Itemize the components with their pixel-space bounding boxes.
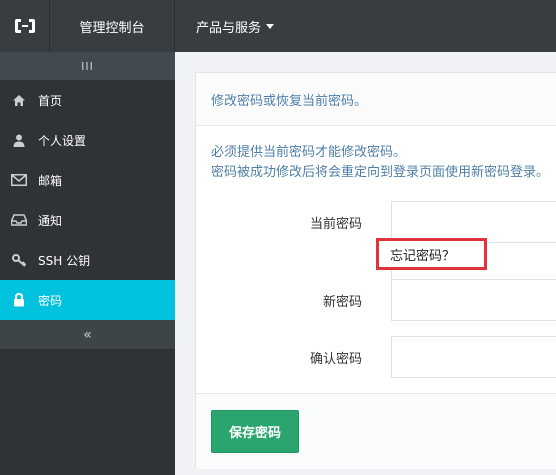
top-navbar: 管理控制台 产品与服务	[0, 0, 556, 52]
sidebar-item-notifications[interactable]: 通知	[0, 200, 175, 240]
sidebar-item-label: 通知	[38, 213, 63, 228]
sidebar-item-label: SSH 公钥	[38, 253, 91, 268]
products-services-label: 产品与服务	[196, 20, 262, 36]
new-password-input[interactable]	[391, 279, 556, 321]
key-icon	[0, 253, 38, 267]
sidebar-toggle[interactable]: III	[0, 52, 175, 80]
notice-line: 密码被成功修改后将会重定向到登录页面使用新密码登录。	[211, 165, 550, 180]
new-password-row: 新密码	[196, 279, 556, 321]
aliyun-logo[interactable]	[0, 0, 50, 52]
panel-title: 修改密码或恢复当前密码。	[196, 73, 556, 126]
password-notice: 必须提供当前密码才能修改密码。 密码被成功修改后将会重定向到登录页面使用新密码登…	[196, 126, 556, 183]
password-panel: 修改密码或恢复当前密码。 必须提供当前密码才能修改密码。 密码被成功修改后将会重…	[195, 72, 556, 469]
confirm-password-row: 确认密码	[196, 336, 556, 378]
sidebar: III 首页 个人设置 邮箱 通知 SSH 公钥 密码 «	[0, 52, 175, 475]
current-password-label: 当前密码	[309, 216, 362, 232]
forgot-password-link[interactable]: 忘记密码？	[376, 238, 487, 270]
save-password-button[interactable]: 保存密码	[211, 410, 299, 453]
current-password-input[interactable]	[391, 201, 556, 243]
lock-icon	[0, 293, 38, 307]
sidebar-item-label: 密码	[38, 293, 63, 308]
new-password-label: 新密码	[322, 294, 362, 310]
sidebar-item-home[interactable]: 首页	[0, 80, 175, 120]
console-title-link[interactable]: 管理控制台	[50, 0, 175, 52]
logo-icon	[14, 19, 35, 33]
current-password-row: 当前密码	[196, 201, 556, 243]
confirm-password-input[interactable]	[391, 336, 556, 378]
mail-icon	[0, 174, 38, 186]
sidebar-item-mail[interactable]: 邮箱	[0, 160, 175, 200]
user-icon	[0, 134, 38, 147]
home-icon	[0, 94, 38, 107]
sidebar-item-ssh-keys[interactable]: SSH 公钥	[0, 240, 175, 280]
notice-line: 必须提供当前密码才能修改密码。	[211, 145, 407, 160]
products-services-menu[interactable]: 产品与服务	[196, 0, 275, 52]
sidebar-item-password[interactable]: 密码	[0, 280, 175, 320]
forgot-password-label: 忘记密码？	[390, 248, 456, 264]
sidebar-item-label: 个人设置	[38, 133, 87, 148]
sidebar-item-label: 首页	[38, 93, 63, 108]
inbox-icon	[0, 214, 38, 226]
caret-down-icon	[266, 23, 275, 29]
sidebar-item-label: 邮箱	[38, 173, 63, 188]
confirm-password-label: 确认密码	[309, 351, 362, 367]
sidebar-item-profile[interactable]: 个人设置	[0, 120, 175, 160]
form-footer: 保存密码	[196, 393, 556, 469]
sidebar-collapse-button[interactable]: «	[0, 320, 175, 349]
